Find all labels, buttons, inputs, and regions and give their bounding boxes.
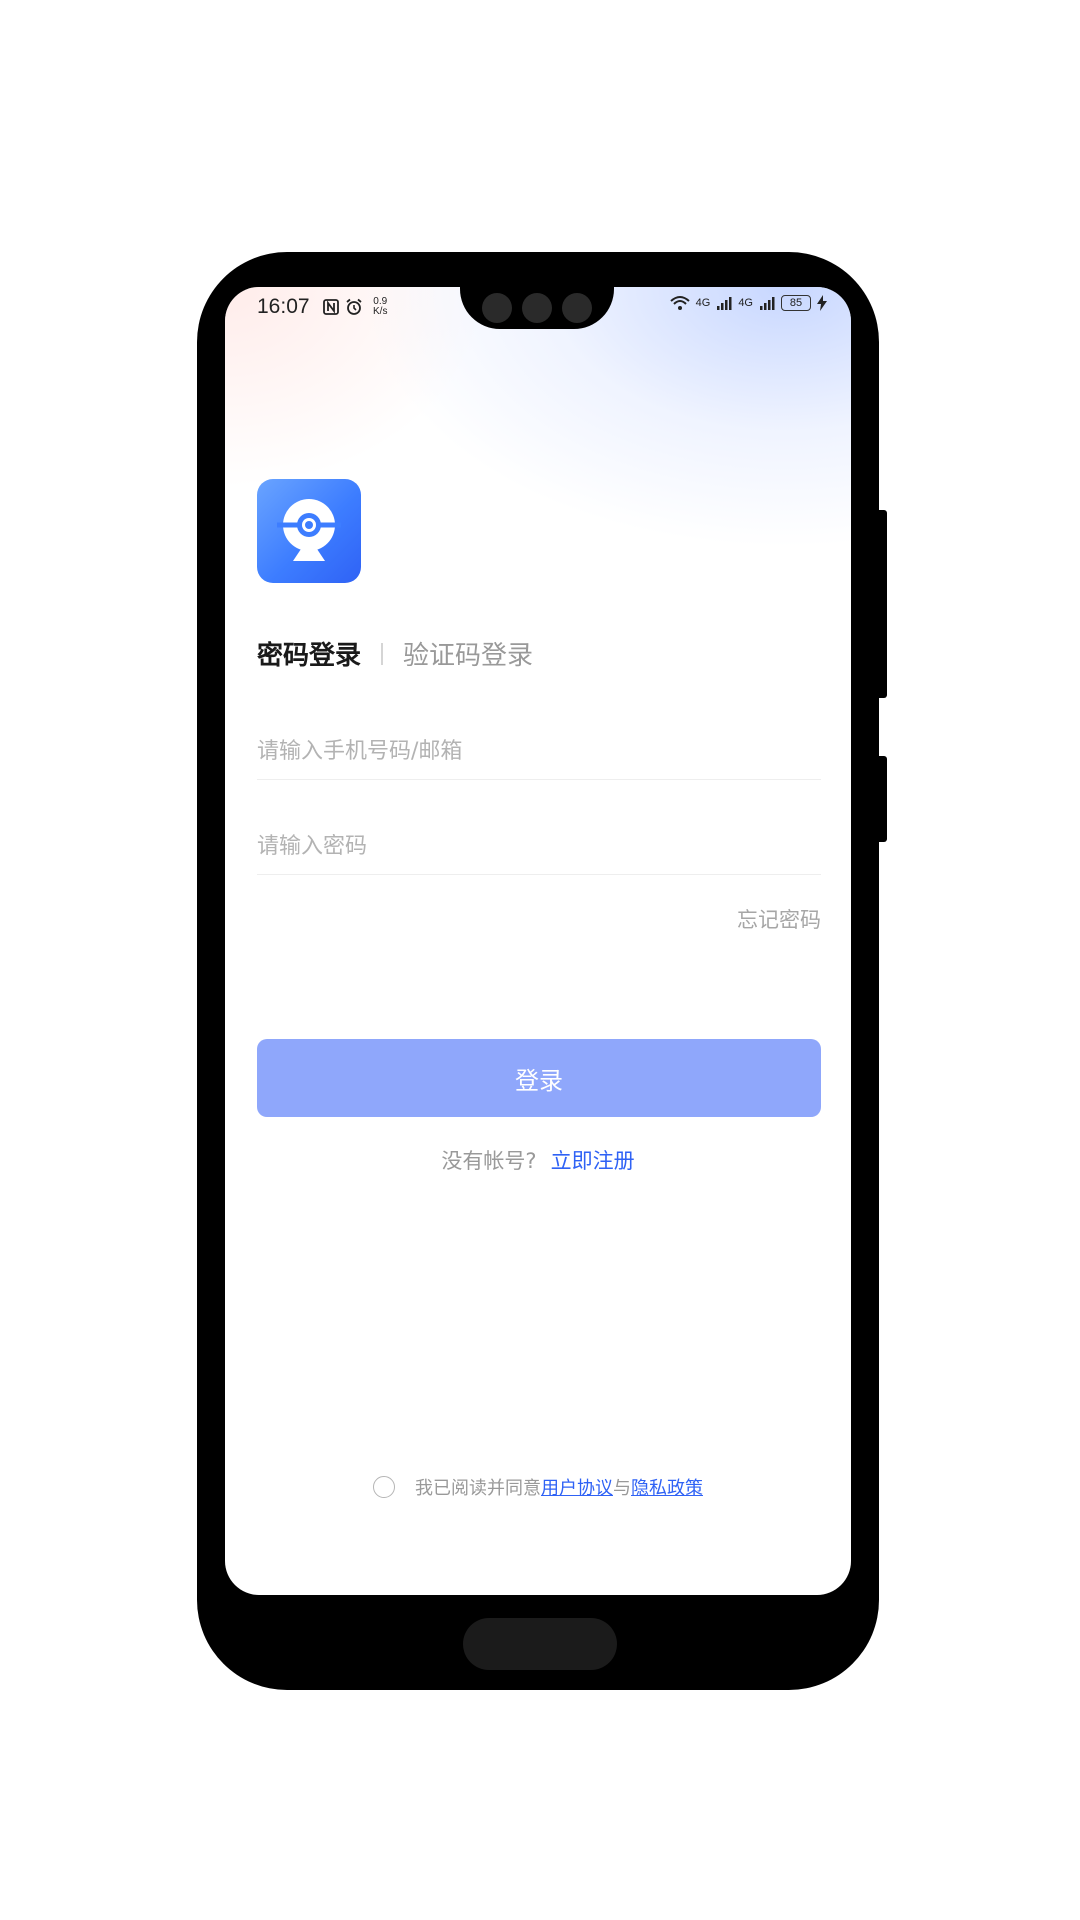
tab-password-login[interactable]: 密码登录 — [257, 635, 361, 672]
user-agreement-link[interactable]: 用户协议 — [541, 1474, 613, 1500]
register-link[interactable]: 立即注册 — [551, 1145, 635, 1175]
login-button[interactable]: 登录 — [257, 1039, 821, 1117]
agreement-row: 我已阅读并同意 用户协议 与 隐私政策 — [225, 1474, 851, 1500]
network-type-label: 4G — [738, 297, 753, 309]
tab-divider — [381, 642, 384, 665]
tab-code-login[interactable]: 验证码登录 — [403, 635, 533, 672]
alarm-icon — [346, 298, 362, 315]
phone-screen: 16:07 0.9 K/s 4G 4G 85 密码登录 验证码登录 请输入手机号… — [225, 287, 851, 1595]
signal-icon — [760, 297, 775, 310]
forgot-password-link[interactable]: 忘记密码 — [737, 904, 821, 934]
charging-icon — [817, 295, 827, 311]
password-field — [257, 818, 821, 875]
status-icons-right: 4G 4G 85 — [669, 295, 827, 311]
status-time: 16:07 — [257, 295, 310, 318]
agreement-prefix: 我已阅读并同意 — [415, 1478, 541, 1499]
register-question: 没有帐号? — [441, 1149, 537, 1173]
agreement-checkbox[interactable] — [373, 1476, 395, 1498]
power-button — [873, 756, 887, 842]
password-input[interactable] — [257, 833, 821, 859]
account-input[interactable] — [257, 738, 821, 764]
wifi-icon — [669, 296, 690, 310]
camera-lens — [522, 293, 552, 323]
agreement-conjunction: 与 — [613, 1478, 631, 1499]
signal-icon — [717, 297, 732, 310]
battery-level: 85 — [789, 297, 803, 309]
app-logo — [257, 479, 361, 583]
network-speed: 0.9 K/s — [373, 297, 387, 317]
camera-notch — [460, 287, 614, 329]
privacy-policy-link[interactable]: 隐私政策 — [631, 1474, 703, 1500]
nfc-icon — [323, 299, 339, 315]
network-type-label: 4G — [695, 297, 711, 309]
camera-lens — [562, 293, 592, 323]
camera-lens — [482, 293, 512, 323]
webcam-icon — [277, 499, 341, 561]
account-field — [257, 723, 821, 780]
home-button — [463, 1618, 617, 1670]
header-gradient — [225, 287, 851, 667]
register-row: 没有帐号? 立即注册 — [225, 1145, 851, 1175]
volume-button — [873, 510, 887, 698]
status-icons-left: 0.9 K/s — [323, 297, 387, 317]
login-tabs: 密码登录 验证码登录 — [257, 635, 533, 672]
network-speed-unit: K/s — [373, 306, 388, 317]
battery-icon: 85 — [781, 295, 811, 311]
